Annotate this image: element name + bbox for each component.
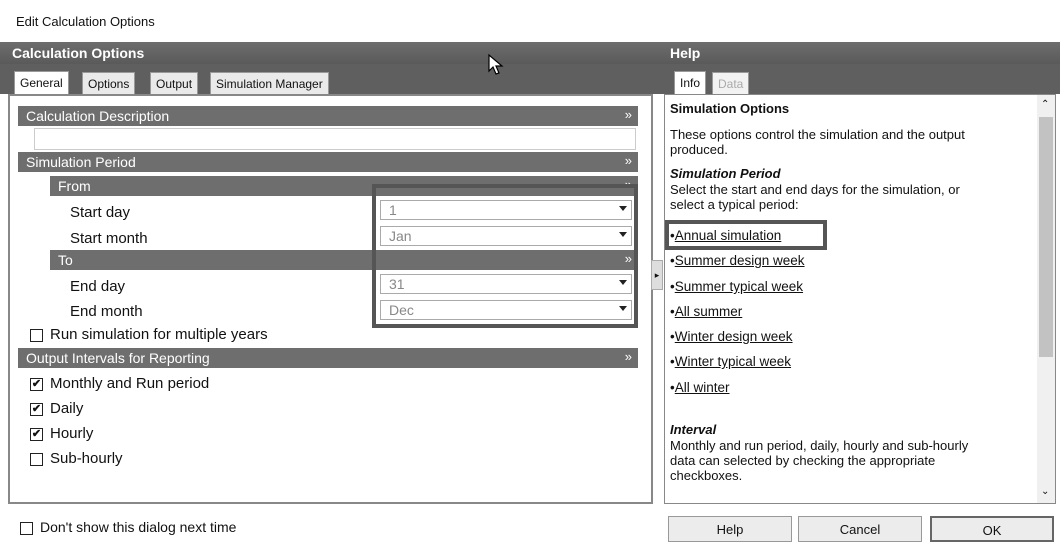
- check-icon: ✔: [31, 378, 42, 390]
- help-button[interactable]: Help: [668, 516, 792, 542]
- tab-general[interactable]: General: [14, 71, 69, 95]
- daily-checkbox[interactable]: ✔: [30, 403, 43, 416]
- cancel-button[interactable]: Cancel: [798, 516, 922, 542]
- help-header: Help: [660, 42, 1060, 64]
- section-label: Simulation Period: [26, 154, 136, 170]
- help-link-text[interactable]: Summer design week: [675, 253, 805, 268]
- help-link-text[interactable]: Summer typical week: [675, 279, 803, 294]
- daily-label: Daily: [50, 400, 84, 417]
- tab-output[interactable]: Output: [150, 72, 199, 94]
- start-month-label: Start month: [70, 230, 148, 247]
- window-title: Edit Calculation Options: [16, 14, 155, 29]
- tab-info[interactable]: Info: [674, 71, 707, 95]
- help-link-text[interactable]: Winter typical week: [675, 354, 791, 369]
- help-link-text[interactable]: All winter: [675, 380, 730, 395]
- help-link-all-winter[interactable]: •All winter: [670, 380, 730, 395]
- chevron-right-icon: ▸: [654, 270, 660, 280]
- help-link-summer-design[interactable]: •Summer design week: [670, 253, 805, 268]
- end-day-label: End day: [70, 278, 126, 295]
- scroll-up-icon[interactable]: ⌃: [1041, 99, 1049, 110]
- help-tabstrip: Info Data: [660, 64, 1060, 95]
- chevron-double-down-icon[interactable]: »: [625, 107, 632, 122]
- help-info-panel: Simulation Options These options control…: [664, 94, 1056, 504]
- help-intro-line: produced.: [670, 142, 728, 157]
- tab-simulation-manager[interactable]: Simulation Manager: [210, 72, 329, 94]
- calc-options-title: Calculation Options: [12, 45, 145, 61]
- section-calculation-description[interactable]: Calculation Description »: [18, 106, 638, 126]
- help-title: Help: [670, 45, 701, 61]
- help-link-winter-typical[interactable]: •Winter typical week: [670, 354, 791, 369]
- help-scrollbar[interactable]: ⌃ ⌄: [1037, 95, 1055, 503]
- calculation-description-input[interactable]: [34, 128, 636, 150]
- section-simulation-period[interactable]: Simulation Period »: [18, 152, 638, 172]
- chevron-double-down-icon[interactable]: »: [625, 153, 632, 168]
- help-title: Simulation Options: [670, 101, 790, 116]
- section-label: Calculation Description: [26, 108, 170, 124]
- help-link-all-summer[interactable]: •All summer: [670, 304, 742, 319]
- hourly-checkbox[interactable]: ✔: [30, 428, 43, 441]
- help-interval-line: checkboxes.: [670, 468, 743, 483]
- subsection-label: From: [58, 178, 91, 194]
- scroll-down-icon[interactable]: ⌄: [1041, 486, 1049, 497]
- help-period-heading: Simulation Period: [670, 166, 781, 181]
- monthly-checkbox[interactable]: ✔: [30, 378, 43, 391]
- monthly-label: Monthly and Run period: [50, 375, 210, 392]
- subsection-label: To: [58, 252, 73, 268]
- help-period-line: Select the start and end days for the si…: [670, 182, 960, 197]
- help-interval-line: Monthly and run period, daily, hourly an…: [670, 438, 969, 453]
- start-day-label: Start day: [70, 204, 131, 221]
- scrollbar-thumb[interactable]: [1039, 117, 1053, 357]
- help-link-summer-typical[interactable]: •Summer typical week: [670, 279, 803, 294]
- tab-data: Data: [712, 72, 750, 94]
- help-interval-line: data can selected by checking the approp…: [670, 453, 936, 468]
- help-link-text[interactable]: Annual simulation: [675, 228, 782, 243]
- hourly-label: Hourly: [50, 425, 94, 442]
- date-fields-highlight: [372, 184, 638, 328]
- help-link-text[interactable]: All summer: [675, 304, 743, 319]
- subhourly-checkbox[interactable]: [30, 453, 43, 466]
- help-interval-heading: Interval: [670, 422, 717, 437]
- help-link-winter-design[interactable]: •Winter design week: [670, 329, 793, 344]
- dont-show-checkbox[interactable]: [20, 522, 33, 535]
- general-tab-panel: Calculation Description » Simulation Per…: [8, 94, 653, 504]
- dialog-footer: Don't show this dialog next time Help Ca…: [0, 504, 1060, 548]
- chevron-double-down-icon[interactable]: »: [625, 349, 632, 364]
- help-link-annual[interactable]: •Annual simulation: [670, 228, 781, 243]
- mouse-cursor-icon: [488, 53, 504, 75]
- section-output-intervals[interactable]: Output Intervals for Reporting »: [18, 348, 638, 368]
- calc-options-header: Calculation Options: [0, 42, 660, 64]
- multi-year-checkbox[interactable]: [30, 329, 43, 342]
- help-period-line: select a typical period:: [670, 197, 799, 212]
- end-month-label: End month: [70, 303, 143, 320]
- help-intro-line: These options control the simulation and…: [670, 127, 965, 142]
- multi-year-label: Run simulation for multiple years: [50, 326, 268, 343]
- calc-options-tabstrip: General Options Output Simulation Manage…: [0, 64, 660, 95]
- subhourly-label: Sub-hourly: [50, 450, 123, 467]
- window-titlebar: Edit Calculation Options: [0, 0, 1060, 42]
- tab-options[interactable]: Options: [82, 72, 136, 94]
- dont-show-label: Don't show this dialog next time: [40, 519, 237, 535]
- check-icon: ✔: [31, 403, 42, 415]
- help-link-text[interactable]: Winter design week: [675, 329, 793, 344]
- panel-splitter[interactable]: ▸: [651, 260, 663, 290]
- section-label: Output Intervals for Reporting: [26, 350, 210, 366]
- check-icon: ✔: [31, 428, 42, 440]
- ok-button[interactable]: OK: [930, 516, 1054, 542]
